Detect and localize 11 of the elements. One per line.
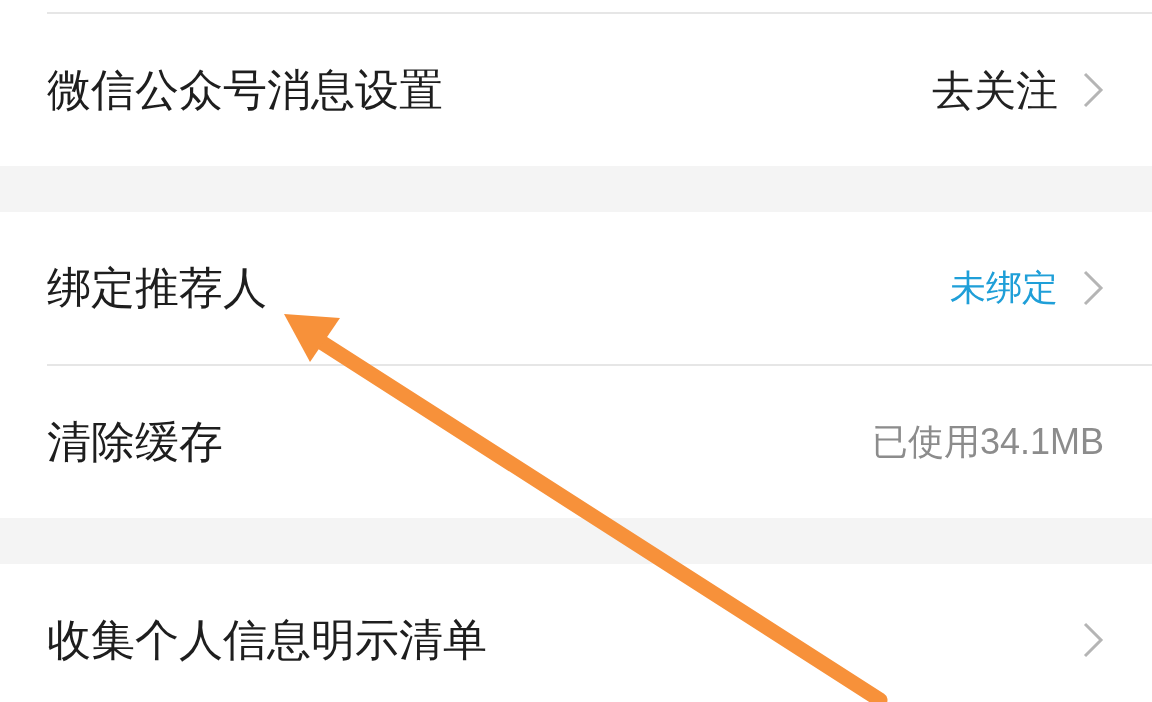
- row-label: 绑定推荐人: [47, 262, 268, 314]
- row-value: 去关注: [932, 65, 1058, 116]
- row-label: 清除缓存: [47, 416, 224, 468]
- row-label: 收集个人信息明示清单: [47, 614, 488, 666]
- row-value: 已使用34.1MB: [871, 420, 1104, 464]
- row-label: 微信公众号消息设置: [47, 64, 444, 116]
- settings-row[interactable]: 绑定推荐人 未绑定: [0, 212, 1152, 364]
- settings-row[interactable]: 收集个人信息明示清单: [0, 564, 1152, 702]
- settings-row[interactable]: 微信公众号消息设置 去关注: [0, 14, 1152, 166]
- row-value: 未绑定: [950, 266, 1058, 310]
- settings-row[interactable]: 清除缓存 已使用34.1MB: [0, 366, 1152, 518]
